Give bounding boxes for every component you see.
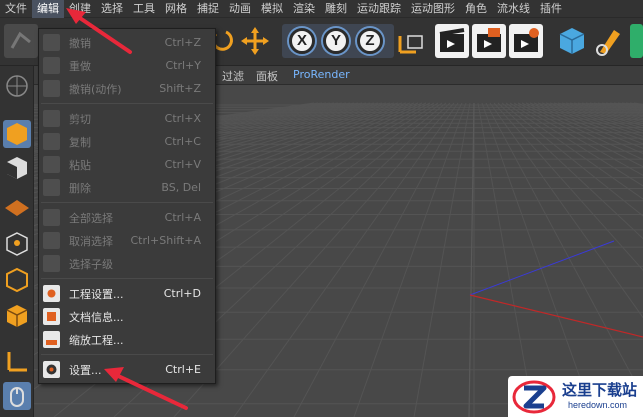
- z-logo-icon: [512, 380, 556, 414]
- site-watermark: 这里下载站 heredown.com: [508, 376, 643, 417]
- arrow-to-preferences: [104, 367, 188, 410]
- watermark-title: 这里下载站: [562, 381, 638, 399]
- watermark-url: heredown.com: [568, 400, 628, 410]
- arrow-to-edit-menu: [66, 8, 132, 54]
- annotation-arrows: [66, 8, 188, 410]
